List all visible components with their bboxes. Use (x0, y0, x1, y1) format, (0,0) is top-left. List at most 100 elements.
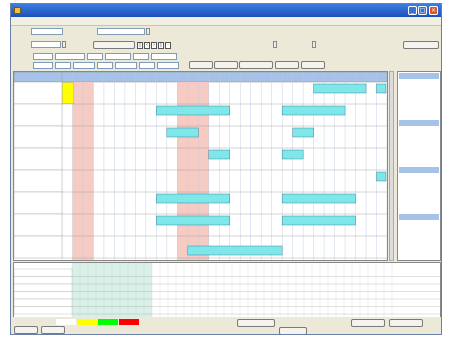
row3-field-7[interactable] (151, 53, 177, 60)
row3-field-3[interactable] (55, 53, 85, 60)
row-header-5[interactable] (14, 191, 63, 215)
row2-spinner-1-icon[interactable] (273, 41, 277, 48)
task-bar-2[interactable] (281, 105, 346, 116)
legend-4 (119, 319, 139, 325)
row-header-1[interactable] (14, 103, 63, 127)
task-bar-3[interactable] (166, 127, 199, 138)
load-row-header-1 (14, 276, 73, 285)
legend-2 (77, 319, 97, 325)
task-bar-10[interactable] (281, 215, 356, 226)
row4-field-8[interactable] (157, 62, 179, 69)
calendar-weekday-cell (433, 79, 439, 84)
calendar-1[interactable] (399, 73, 439, 84)
task-bar-13[interactable] (376, 171, 387, 182)
calendar-3-weekdays (399, 173, 439, 178)
calendar-weekday-cell (433, 126, 439, 131)
row4-button-5[interactable] (301, 61, 325, 69)
task-bar-1[interactable] (156, 105, 230, 116)
row-header-6[interactable] (14, 213, 63, 237)
row-header-7[interactable] (14, 235, 63, 259)
date-header (61, 72, 387, 83)
row4-field-6[interactable] (115, 62, 137, 69)
row4-field-3[interactable] (55, 62, 71, 69)
row3-field-4[interactable] (87, 53, 103, 60)
nav-last-icon[interactable]: | (158, 42, 164, 49)
load-row-header-5 (14, 306, 73, 315)
footer-bar (11, 317, 441, 334)
row3-field-2[interactable] (33, 53, 53, 60)
row1-field-1[interactable] (31, 28, 63, 35)
selected-cell[interactable] (62, 82, 74, 104)
legend-3 (98, 319, 118, 325)
footer-button-2[interactable] (41, 326, 65, 334)
grid-corner (14, 72, 63, 83)
calendar-3[interactable] (399, 167, 439, 178)
holiday-column-1 (82, 82, 94, 260)
row3-field-6[interactable] (133, 53, 149, 60)
schedule-grid (13, 71, 388, 261)
task-bar-4[interactable] (292, 127, 314, 138)
row3-field-5[interactable] (105, 53, 131, 60)
calendar-2[interactable] (399, 120, 439, 131)
row1-button[interactable] (151, 28, 201, 36)
row4-field-4[interactable] (73, 62, 95, 69)
task-bar-11[interactable] (187, 245, 283, 256)
close-icon[interactable]: × (429, 6, 438, 15)
calendar-panel (397, 71, 441, 261)
grid-scrollbar[interactable] (389, 71, 394, 261)
row4-button-3[interactable] (239, 61, 273, 69)
row-header-4[interactable] (14, 169, 63, 193)
row4-button-2[interactable] (214, 61, 238, 69)
row4-field-7[interactable] (139, 62, 155, 69)
calendar-weekday-cell (433, 173, 439, 178)
center-button[interactable] (237, 319, 275, 327)
calendar-4-weekdays (399, 220, 439, 225)
footer-button-1[interactable] (14, 326, 38, 334)
task-bar-5[interactable] (208, 149, 230, 160)
task-bar-7[interactable] (156, 193, 230, 204)
load-chart (14, 263, 440, 317)
calendar-4[interactable] (399, 214, 439, 225)
maximize-icon[interactable]: □ (418, 6, 427, 15)
task-bar-0[interactable] (313, 83, 367, 94)
row2-spinner-2-icon[interactable] (312, 41, 316, 48)
nav-next-icon[interactable]: › (151, 42, 157, 49)
row2-select-arrow-icon[interactable] (62, 41, 66, 48)
task-bar-9[interactable] (156, 215, 230, 226)
calendar-2-weekdays (399, 126, 439, 131)
row2-select[interactable] (31, 41, 61, 48)
task-bar-12[interactable] (376, 83, 387, 94)
row2-button-1[interactable] (93, 41, 135, 49)
load-panel (13, 262, 441, 318)
title-bar[interactable]: _ □ × (11, 4, 441, 17)
row1-dropdown-icon[interactable] (146, 28, 150, 35)
task-bar-6[interactable] (281, 149, 304, 160)
row4-field-2[interactable] (33, 62, 53, 69)
load-row-header-4 (14, 298, 73, 307)
load-row-header-2 (14, 283, 73, 292)
schedule-grid-canvas[interactable] (14, 72, 387, 260)
calendar-weekday-cell (433, 220, 439, 225)
minimize-icon[interactable]: _ (408, 6, 417, 15)
menu-bar (11, 17, 441, 26)
nav-first-icon[interactable]: | (137, 42, 143, 49)
row-header-0[interactable] (14, 81, 63, 105)
row4-button-1[interactable] (189, 61, 213, 69)
nav-prev-icon[interactable]: ‹ (144, 42, 150, 49)
cancel-button[interactable] (389, 319, 423, 327)
row-header-3[interactable] (14, 147, 63, 171)
row4-field-5[interactable] (97, 62, 113, 69)
calendar-1-weekdays (399, 79, 439, 84)
holiday-column-0 (72, 82, 83, 260)
app-window: _ □ × | ‹ › | · (10, 3, 442, 335)
app-icon (14, 7, 21, 14)
nav-extra-icon[interactable]: · (165, 42, 171, 49)
row-header-2[interactable] (14, 125, 63, 149)
ok-button[interactable] (351, 319, 385, 327)
task-bar-8[interactable] (281, 193, 356, 204)
close-button[interactable] (279, 327, 307, 334)
row4-button-4[interactable] (275, 61, 299, 69)
row1-field-2[interactable] (97, 28, 145, 35)
row2-button-2[interactable] (403, 41, 439, 49)
load-row-header-3 (14, 291, 73, 300)
